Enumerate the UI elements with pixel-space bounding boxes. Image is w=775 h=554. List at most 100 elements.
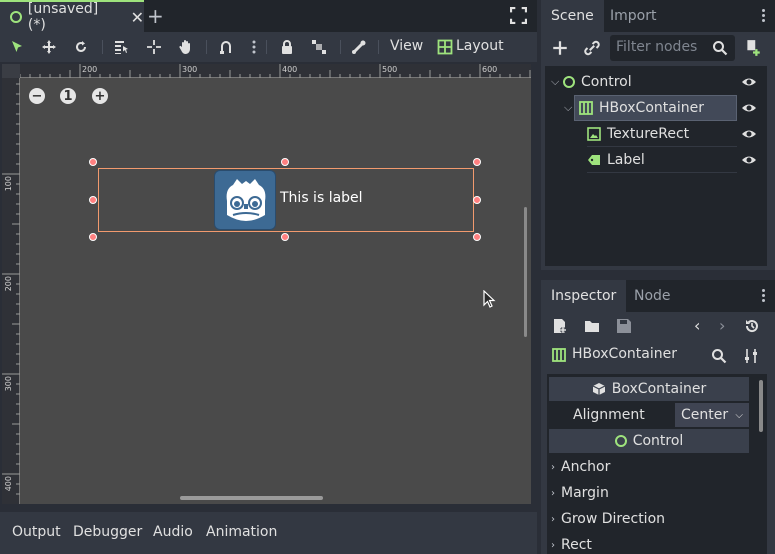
resize-handle-bottom[interactable]	[281, 233, 289, 241]
snap-toggle-icon[interactable]	[217, 38, 235, 56]
control-circle-icon	[10, 11, 22, 23]
section-label: BoxContainer	[611, 381, 707, 397]
visibility-eye-icon[interactable]	[741, 100, 757, 116]
group-icon[interactable]	[310, 38, 328, 56]
label-node-text[interactable]: This is label	[280, 190, 363, 206]
instance-scene-icon[interactable]	[583, 39, 601, 57]
layout-menu[interactable]: Layout	[456, 38, 504, 54]
godot-editor: [unsaved](*) ✕ + View Layout 200 300 400…	[0, 0, 775, 554]
lock-icon[interactable]	[278, 38, 296, 56]
skeleton-bone-icon[interactable]	[350, 38, 368, 56]
visibility-eye-icon[interactable]	[741, 74, 757, 90]
history-icon[interactable]	[744, 318, 760, 334]
group-label: Grow Direction	[561, 511, 666, 527]
group-anchor[interactable]: › Anchor	[551, 455, 751, 479]
collapse-arrow-icon[interactable]: ⌵	[564, 101, 572, 115]
close-icon[interactable]: ✕	[131, 8, 144, 27]
history-forward-icon[interactable]: ›	[719, 316, 725, 335]
snap-options-icon[interactable]	[245, 38, 263, 56]
toolbar-separator	[266, 40, 267, 54]
visibility-eye-icon[interactable]	[741, 152, 757, 168]
chevron-right-icon: ›	[551, 539, 555, 551]
tab-node[interactable]: Node	[634, 288, 671, 304]
tab-animation[interactable]: Animation	[206, 524, 277, 540]
ruler-tick-label: 600	[482, 65, 498, 74]
texture-rect-icon	[587, 126, 601, 141]
resize-handle-right[interactable]	[473, 196, 481, 204]
pivot-mode-icon[interactable]	[145, 38, 163, 56]
dock-menu-icon[interactable]	[762, 289, 768, 302]
zoom-reset-button[interactable]: 1	[60, 88, 76, 104]
save-icon[interactable]	[616, 318, 632, 334]
ruler-corner	[2, 64, 20, 78]
hbox-container-icon	[579, 101, 593, 115]
object-settings-icon[interactable]	[743, 348, 759, 364]
visibility-eye-icon[interactable]	[741, 126, 757, 142]
resize-handle-br[interactable]	[473, 233, 481, 241]
tree-node-label-node[interactable]: Label	[587, 147, 737, 173]
move-mode-icon[interactable]	[40, 38, 58, 56]
tree-node-texturerect[interactable]: TextureRect	[587, 121, 737, 147]
zoom-in-button[interactable]: +	[92, 88, 108, 104]
view-menu[interactable]: View	[390, 38, 423, 54]
group-label: Margin	[561, 485, 609, 501]
ruler-horizontal: 200 300 400 500 600	[20, 64, 531, 78]
inspected-object-name[interactable]: HBoxContainer	[572, 346, 677, 362]
tab-debugger[interactable]: Debugger	[73, 524, 142, 540]
group-grow-direction[interactable]: › Grow Direction	[551, 507, 751, 531]
add-node-icon[interactable]	[551, 39, 569, 57]
tab-audio[interactable]: Audio	[153, 524, 193, 540]
tab-import[interactable]: Import	[610, 8, 656, 24]
attach-script-icon[interactable]	[744, 39, 762, 57]
godot-logo-texture[interactable]	[214, 170, 276, 230]
open-folder-icon[interactable]	[584, 318, 600, 334]
resize-handle-left[interactable]	[89, 196, 97, 204]
control-circle-icon	[614, 435, 627, 447]
chevron-right-icon: ›	[551, 461, 555, 473]
section-control[interactable]: Control	[549, 429, 749, 453]
new-scene-tab-button[interactable]: +	[147, 4, 164, 28]
resize-handle-top[interactable]	[281, 158, 289, 166]
scene-tab-unsaved[interactable]: [unsaved](*) ✕	[0, 0, 144, 33]
group-margin[interactable]: › Margin	[551, 481, 751, 505]
select-mode-icon[interactable]	[8, 38, 26, 56]
rotate-mode-icon[interactable]	[72, 38, 90, 56]
inspector-scrollbar[interactable]	[759, 380, 763, 432]
group-label: Anchor	[561, 459, 611, 475]
resize-handle-bl[interactable]	[89, 233, 97, 241]
control-circle-icon	[563, 76, 575, 88]
tree-node-label: TextureRect	[607, 125, 690, 142]
section-boxcontainer[interactable]: BoxContainer	[549, 377, 749, 401]
group-rect[interactable]: › Rect	[551, 533, 751, 554]
ruler-tick-label: 300	[4, 376, 13, 392]
history-back-icon[interactable]: ‹	[694, 316, 700, 335]
alignment-dropdown[interactable]: Center ⌵	[675, 403, 749, 427]
tree-node-hboxcontainer[interactable]: HBoxContainer	[574, 95, 737, 121]
resize-handle-tl[interactable]	[89, 158, 97, 166]
tab-inspector[interactable]: Inspector	[541, 280, 627, 312]
new-resource-icon[interactable]	[552, 318, 568, 334]
dock-menu-icon[interactable]	[762, 9, 768, 22]
ruler-tick-label: 500	[382, 65, 398, 74]
tree-node-control[interactable]: Control	[563, 69, 733, 95]
ruler-tick-label: 200	[4, 276, 13, 292]
tree-node-label: HBoxContainer	[599, 100, 704, 116]
box-icon	[592, 383, 606, 395]
ruler-tick-label: 400	[282, 65, 298, 74]
section-label: Control	[632, 433, 684, 449]
distraction-free-icon[interactable]	[510, 7, 527, 24]
scene-tree: ⌵ Control ⌵ HBoxContainer TextureRect La…	[545, 66, 767, 266]
tab-scene[interactable]: Scene	[541, 0, 604, 32]
search-icon[interactable]	[711, 348, 727, 364]
collapse-arrow-icon[interactable]: ⌵	[551, 75, 559, 89]
property-label: Alignment	[573, 407, 645, 423]
mouse-cursor-icon	[483, 290, 496, 308]
tab-output[interactable]: Output	[12, 524, 61, 540]
zoom-out-button[interactable]: −	[29, 88, 45, 104]
canvas-viewport[interactable]: 200 300 400 500 600 100 200 300 400 − 1 …	[2, 64, 531, 504]
resize-handle-tr[interactable]	[473, 158, 481, 166]
pan-mode-icon[interactable]	[177, 38, 195, 56]
list-select-icon[interactable]	[112, 38, 130, 56]
viewport-horizontal-scrollbar[interactable]	[180, 496, 323, 500]
viewport-vertical-scrollbar[interactable]	[524, 207, 527, 337]
